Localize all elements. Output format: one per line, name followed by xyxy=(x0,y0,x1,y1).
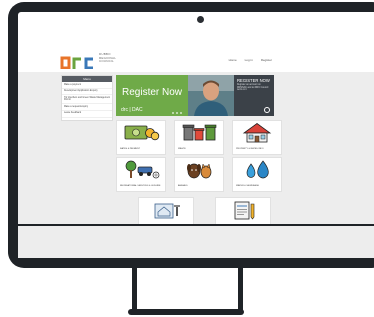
forms-icon xyxy=(234,201,255,220)
tile-label: Rates & Payment xyxy=(120,148,141,151)
carousel-dot[interactable] xyxy=(176,112,178,114)
recreation-icon xyxy=(125,160,160,179)
house-icon xyxy=(242,123,272,143)
pets-icon xyxy=(187,163,212,179)
monitor-stand-right xyxy=(238,268,243,312)
tile-label: Animals xyxy=(178,185,188,188)
carousel-dot[interactable] xyxy=(180,112,182,114)
register-banner[interactable]: Register Now REGISTER NOW Register an ac… xyxy=(116,75,274,116)
carousel-dots xyxy=(172,112,182,114)
carousel-dot[interactable] xyxy=(172,112,174,114)
tile-animals[interactable]: Animals xyxy=(174,157,224,192)
person-photo-icon xyxy=(188,75,234,116)
nav-home-link[interactable]: Home xyxy=(229,58,237,62)
tile-label: Waste xyxy=(178,148,186,151)
tile-label: Recreational Services & Leisure xyxy=(120,185,161,188)
tile-label: Water & Sewerage xyxy=(236,185,259,188)
menu-item-feedback[interactable]: Leave Feedback xyxy=(62,111,112,118)
logo-line-3: COUNCIL xyxy=(99,59,114,64)
nav-register-link[interactable]: Register xyxy=(261,58,272,62)
tile-waste[interactable]: Waste xyxy=(174,120,224,155)
tile-water[interactable]: Water & Sewerage xyxy=(232,157,282,192)
monitor-stand-base xyxy=(128,309,244,315)
site-header: DUBBO REGIONAL COUNCIL Home Log in Regis… xyxy=(18,40,374,72)
partner-logos-icon: drc | DAC xyxy=(121,107,143,112)
waste-bins-icon xyxy=(182,124,217,141)
menu-item-da-enquiry[interactable]: Development Application Enquiry xyxy=(62,89,112,96)
webcam-icon xyxy=(197,16,204,23)
menu-item-payment[interactable]: Make a payment xyxy=(62,82,112,89)
menu-item-tip-vouchers[interactable]: Tip Vouchers and Green Waste Management … xyxy=(62,95,112,105)
svg-text:drc | DAC: drc | DAC xyxy=(121,107,143,112)
menu-item-request[interactable]: Make a request/enquiry xyxy=(62,104,112,111)
banner-side-text: Register an account on DRMSAK and let DR… xyxy=(237,84,269,92)
council-logo-icon[interactable] xyxy=(60,53,96,69)
next-slide-icon[interactable] xyxy=(264,107,270,113)
sidebar-menu: Menu Make a payment Development Applicat… xyxy=(61,75,113,121)
nav-login-link[interactable]: Log in xyxy=(245,58,253,62)
council-name: DUBBO REGIONAL COUNCIL xyxy=(99,52,129,64)
tile-building[interactable] xyxy=(138,197,194,226)
building-plan-icon xyxy=(154,203,180,219)
tile-recreation[interactable]: Recreational Services & Leisure xyxy=(116,157,166,192)
tile-forms[interactable] xyxy=(215,197,271,226)
monitor-stand-left xyxy=(132,268,137,312)
tile-rates-payment[interactable]: Rates & Payment xyxy=(116,120,166,155)
tile-property[interactable]: Property & Rates Info xyxy=(232,120,282,155)
money-icon xyxy=(124,125,160,141)
banner-side-title: REGISTER NOW xyxy=(237,78,270,83)
top-nav: Home Log in Register xyxy=(229,58,272,62)
monitor-chin xyxy=(18,224,374,226)
water-drops-icon xyxy=(246,160,269,179)
tile-label: Property & Rates Info xyxy=(236,148,264,151)
banner-title: Register Now xyxy=(122,87,183,98)
